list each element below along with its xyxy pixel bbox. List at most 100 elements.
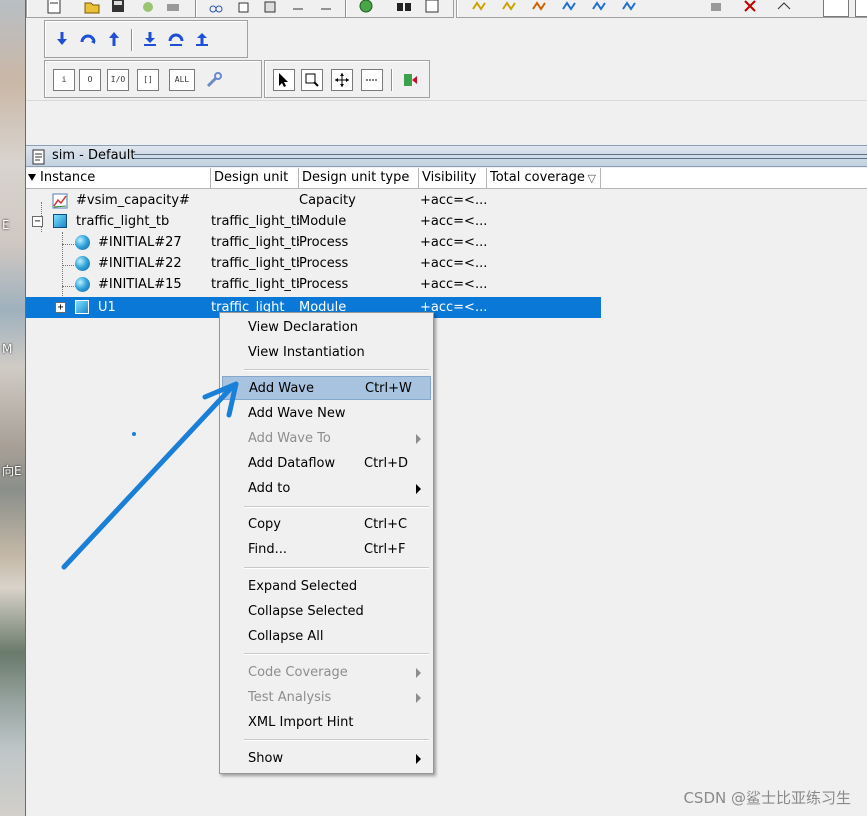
print-icon[interactable]: [164, 0, 182, 15]
select-mode-button[interactable]: [273, 69, 295, 91]
column-header-visibility[interactable]: Visibility: [419, 168, 487, 189]
collapse-toggle[interactable]: −: [32, 216, 43, 227]
tool-icon[interactable]: [741, 0, 759, 15]
copy-icon[interactable]: [235, 0, 253, 15]
instance-table-header: Instance Design unit Design unit type Vi…: [26, 168, 867, 189]
menu-item-view-declaration[interactable]: View Declaration: [222, 316, 431, 340]
table-row[interactable]: #vsim_capacity# Capacity +acc=<...: [26, 190, 601, 211]
capacity-icon: [52, 193, 68, 209]
new-file-icon[interactable]: [45, 0, 63, 15]
toolbar-signals: i O I/O [] ALL: [44, 60, 262, 98]
table-row[interactable]: #INITIAL#27 traffic_light_tb Process +ac…: [26, 232, 601, 253]
step-into-current-icon[interactable]: [141, 30, 159, 48]
context-menu: View Declaration View Instantiation Add …: [219, 312, 434, 774]
collapse-icon[interactable]: [423, 0, 441, 15]
table-row[interactable]: #INITIAL#22 traffic_light_tb Process +ac…: [26, 253, 601, 274]
wave-tool-icon[interactable]: [561, 0, 579, 15]
pane-drag-grip[interactable]: [134, 154, 867, 159]
process-icon: [75, 235, 90, 250]
zoom-button[interactable]: [823, 0, 849, 17]
column-header-design-unit-type[interactable]: Design unit type: [299, 168, 419, 189]
find-icon[interactable]: [357, 0, 375, 15]
table-row[interactable]: − traffic_light_tb traffic_light_tb Modu…: [26, 211, 601, 232]
menu-item-view-instantiation[interactable]: View Instantiation: [222, 341, 431, 365]
submenu-arrow-icon: [416, 693, 421, 703]
wave-tool-icon[interactable]: [501, 0, 519, 15]
menu-item-code-coverage[interactable]: Code Coverage: [222, 661, 431, 685]
all-signals-button[interactable]: ALL: [169, 69, 195, 91]
expand-toggle[interactable]: +: [55, 302, 66, 313]
wave-tool-icon[interactable]: [531, 0, 549, 15]
menu-item-add-to[interactable]: Add to: [222, 477, 431, 501]
design-unit: traffic_light_tb: [211, 277, 299, 292]
design-unit-type: Process: [299, 256, 349, 271]
column-label: Visibility: [422, 170, 477, 185]
trace-icon: [366, 79, 378, 81]
visibility: +acc=<...: [420, 193, 488, 208]
wave-tool-icon[interactable]: [591, 0, 609, 15]
pan-mode-button[interactable]: [331, 69, 353, 91]
undo-icon[interactable]: [289, 0, 307, 15]
filter-icon[interactable]: ▽: [588, 169, 596, 189]
input-signals-button[interactable]: i: [53, 69, 75, 91]
step-out-current-icon[interactable]: [193, 30, 211, 48]
menu-item-copy[interactable]: Copy Ctrl+C: [222, 513, 431, 537]
module-icon: [53, 214, 67, 228]
menu-item-add-wave[interactable]: Add Wave Ctrl+W: [222, 376, 431, 400]
trace-mode-button[interactable]: [361, 69, 383, 91]
zoom-mode-button[interactable]: [301, 69, 323, 91]
step-out-icon[interactable]: [105, 30, 123, 48]
table-row[interactable]: #INITIAL#15 traffic_light_tb Process +ac…: [26, 274, 601, 295]
inout-signals-button[interactable]: I/O: [107, 69, 129, 91]
visibility: +acc=<...: [420, 277, 488, 292]
menu-item-add-dataflow[interactable]: Add Dataflow Ctrl+D: [222, 452, 431, 476]
desktop-label: E: [2, 218, 10, 232]
open-folder-icon[interactable]: [83, 0, 101, 15]
grid-button[interactable]: [855, 0, 867, 17]
wrench-icon[interactable]: [205, 71, 223, 89]
tool-icon[interactable]: [707, 0, 725, 15]
menu-item-find[interactable]: Find... Ctrl+F: [222, 538, 431, 562]
menu-item-xml-import-hint[interactable]: XML Import Hint: [222, 711, 431, 735]
paste-icon[interactable]: [261, 0, 279, 15]
menu-item-collapse-all[interactable]: Collapse All: [222, 625, 431, 649]
submenu-arrow-icon: [416, 754, 421, 764]
menu-label: Add Wave New: [248, 406, 346, 421]
menu-label: XML Import Hint: [248, 715, 354, 730]
step-into-icon[interactable]: [53, 30, 71, 48]
column-menu-icon[interactable]: [28, 174, 36, 181]
toolbar-select: [264, 60, 430, 98]
column-header-total-coverage[interactable]: Total coverage ▽: [487, 168, 601, 189]
save-icon[interactable]: [109, 0, 127, 15]
menu-separator: [244, 653, 429, 655]
binoculars-icon[interactable]: [395, 0, 413, 15]
step-over-current-icon[interactable]: [167, 30, 185, 48]
tool-icon[interactable]: [775, 0, 793, 15]
step-over-icon[interactable]: [79, 30, 97, 48]
menu-item-show[interactable]: Show: [222, 747, 431, 771]
wave-tool-icon[interactable]: [621, 0, 639, 15]
dataflow-icon[interactable]: [401, 71, 419, 89]
column-header-instance[interactable]: Instance: [26, 168, 211, 189]
output-signals-button[interactable]: O: [79, 69, 101, 91]
design-unit-type: Capacity: [299, 193, 356, 208]
recompile-icon[interactable]: [139, 0, 157, 15]
instance-name: U1: [98, 300, 116, 315]
menu-item-add-wave-new[interactable]: Add Wave New: [222, 402, 431, 426]
visibility: +acc=<...: [420, 235, 488, 250]
process-icon: [75, 277, 90, 292]
redo-icon[interactable]: [317, 0, 335, 15]
menu-item-collapse-selected[interactable]: Collapse Selected: [222, 600, 431, 624]
menu-label: Collapse All: [248, 629, 324, 644]
column-header-design-unit[interactable]: Design unit: [211, 168, 299, 189]
menu-item-add-wave-to[interactable]: Add Wave To: [222, 427, 431, 451]
wave-tool-icon[interactable]: [471, 0, 489, 15]
cut-icon[interactable]: [207, 0, 225, 15]
menu-item-expand-selected[interactable]: Expand Selected: [222, 575, 431, 599]
menu-item-test-analysis[interactable]: Test Analysis: [222, 686, 431, 710]
toolbar-separator: [391, 69, 392, 91]
internal-signals-button[interactable]: []: [137, 69, 159, 91]
process-icon: [75, 256, 90, 271]
pane-title-bar[interactable]: sim - Default: [26, 145, 867, 167]
visibility: +acc=<...: [420, 256, 488, 271]
